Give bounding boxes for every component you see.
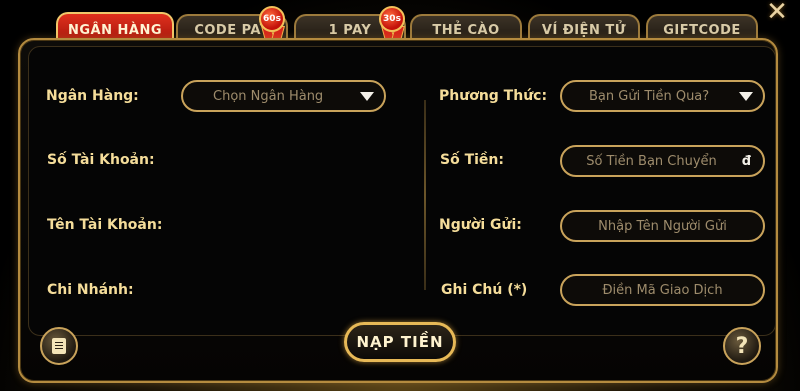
account-name-label: Tên Tài Khoản: [47, 217, 163, 233]
sender-placeholder: Nhập Tên Người Gửi [598, 218, 727, 234]
close-icon[interactable]: ✕ [762, 0, 792, 27]
account-number-label: Số Tài Khoản: [47, 152, 155, 168]
sender-input[interactable]: Nhập Tên Người Gửi [560, 210, 765, 242]
branch-label: Chi Nhánh: [47, 282, 134, 298]
help-icon: ? [735, 333, 749, 359]
caret-down-icon [360, 92, 374, 101]
badge-text: 30s [379, 6, 405, 32]
help-button[interactable]: ? [723, 327, 761, 365]
tab-label: VÍ ĐIỆN TỬ [541, 22, 627, 38]
submit-label: NẠP TIỀN [356, 333, 444, 351]
caret-down-icon [739, 92, 753, 101]
note-label: Ghi Chú (*) [441, 282, 528, 298]
badge-text: 60s [259, 6, 285, 32]
note-input[interactable]: Điền Mã Giao Dịch [560, 274, 765, 306]
column-divider [424, 100, 426, 290]
bank-select[interactable]: Chọn Ngân Hàng [181, 80, 386, 112]
document-icon [52, 338, 66, 354]
amount-input[interactable]: Số Tiền Bạn Chuyển đ [560, 145, 765, 177]
tab-label: 1 PAY [328, 22, 372, 38]
bank-label: Ngân Hàng: [46, 88, 139, 104]
method-select-value: Bạn Gửi Tiền Qua? [589, 88, 710, 104]
method-label: Phương Thức: [439, 88, 548, 104]
method-select[interactable]: Bạn Gửi Tiền Qua? [560, 80, 765, 112]
bank-select-value: Chọn Ngân Hàng [213, 88, 324, 104]
tab-label: THẺ CÀO [432, 22, 500, 38]
tab-label: NGÂN HÀNG [67, 22, 162, 38]
history-button[interactable] [40, 327, 78, 365]
submit-button[interactable]: NẠP TIỀN [344, 322, 456, 362]
tab-label: GIFTCODE [663, 22, 741, 38]
amount-label: Số Tiền: [440, 152, 504, 168]
amount-placeholder: Số Tiền Bạn Chuyển [586, 153, 717, 169]
sender-label: Người Gửi: [439, 217, 522, 233]
currency-suffix: đ [741, 154, 751, 169]
note-placeholder: Điền Mã Giao Dịch [602, 282, 723, 298]
